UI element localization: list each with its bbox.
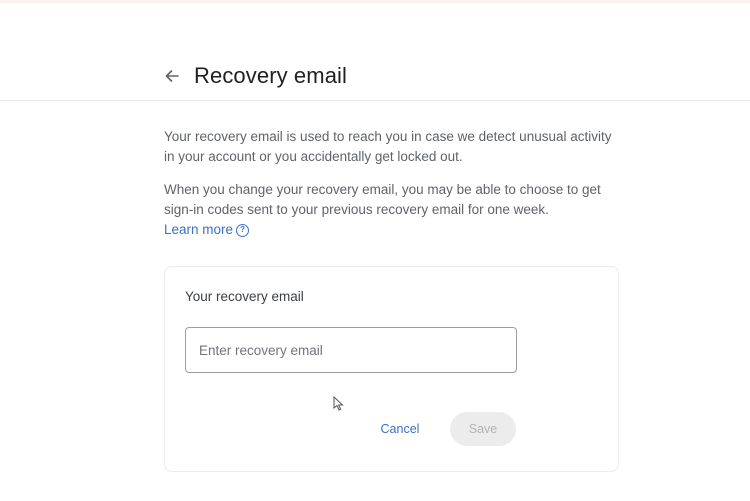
page-title: Recovery email [194, 63, 348, 88]
back-button[interactable] [160, 66, 184, 90]
recovery-email-label: Your recovery email [185, 289, 304, 304]
learn-more-link[interactable]: Learn more ? [164, 220, 250, 240]
recovery-email-input[interactable] [185, 327, 517, 373]
save-button[interactable]: Save [450, 412, 516, 446]
learn-more-label: Learn more [164, 222, 234, 237]
arrow-left-icon [164, 68, 180, 89]
page-header: Recovery email [0, 0, 750, 101]
mouse-cursor-icon [333, 395, 345, 417]
help-circle-icon: ? [236, 223, 250, 237]
description-paragraph: Your recovery email is used to reach you… [164, 129, 612, 164]
cancel-button[interactable]: Cancel [367, 413, 433, 445]
description-paragraph: When you change your recovery email, you… [164, 182, 601, 217]
recovery-email-card: Your recovery email Cancel Save [164, 266, 619, 472]
